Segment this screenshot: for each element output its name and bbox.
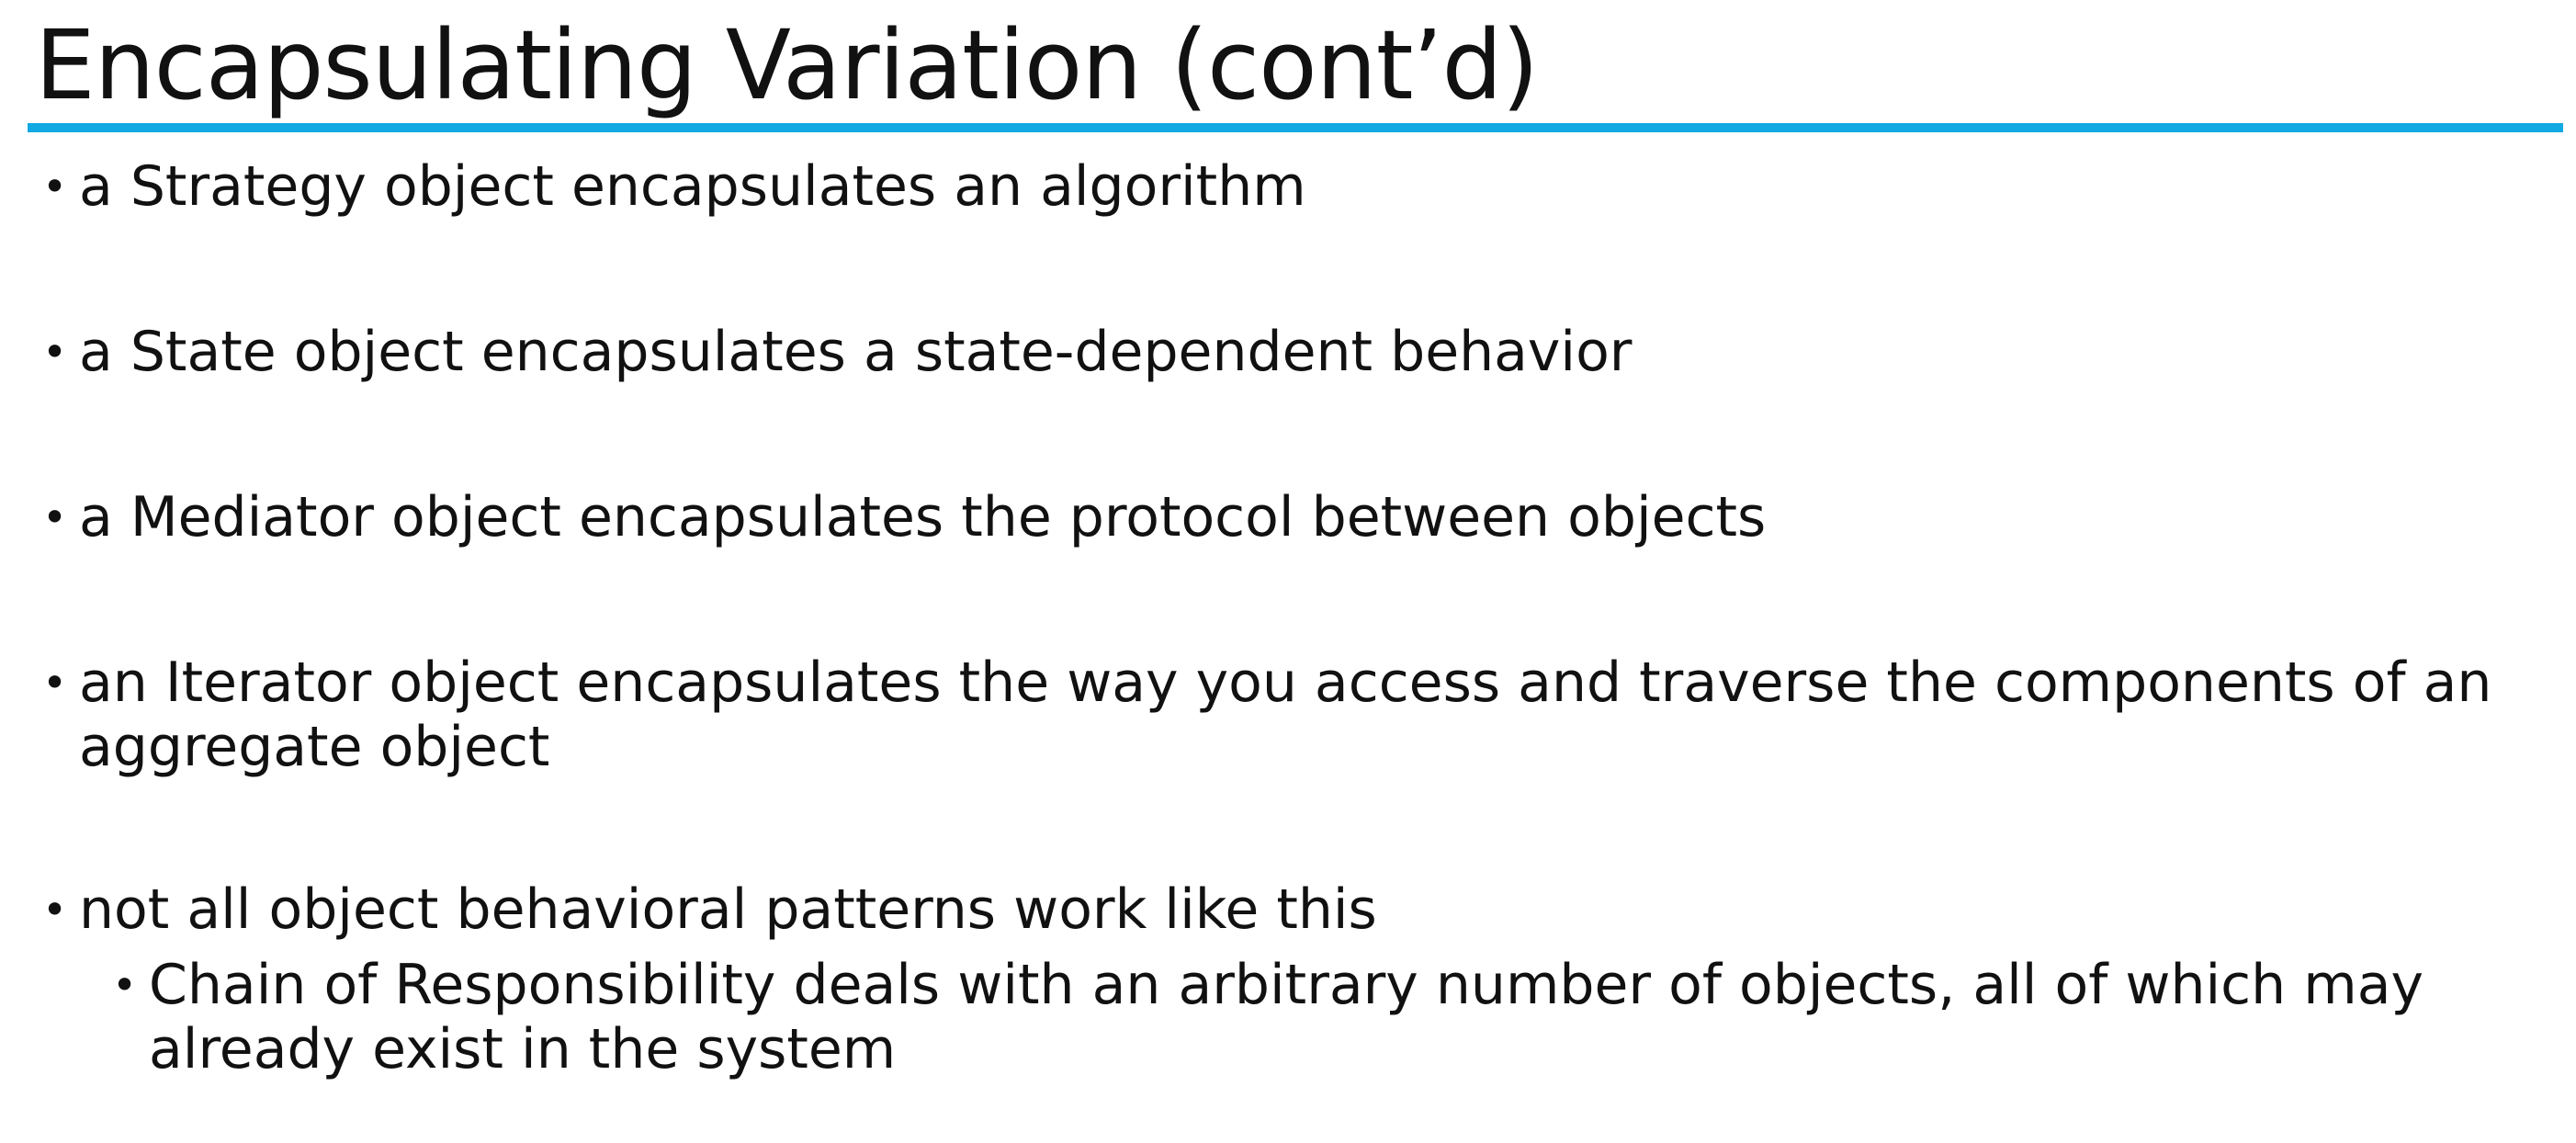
bullet-text: a State object encapsulates a state-depe… <box>79 320 1633 384</box>
bullet-text: not all object behavioral patterns work … <box>79 877 1377 942</box>
bullet-text: a Strategy object encapsulates an algori… <box>79 154 1306 219</box>
sub-bullet-text: Chain of Responsibility deals with an ar… <box>149 953 2423 1081</box>
bullet-marker: • <box>42 327 68 377</box>
sub-bullet-item-chain: • Chain of Responsibility deals with an … <box>112 953 2464 1081</box>
slide-title: Encapsulating Variation (cont’d) <box>35 9 1539 121</box>
bullet-text: a Mediator object encapsulates the proto… <box>79 485 1767 549</box>
slide: Encapsulating Variation (cont’d) • a Str… <box>0 0 2576 1143</box>
bullet-item-mediator: • a Mediator object encapsulates the pro… <box>42 485 2523 549</box>
bullet-marker: • <box>42 658 68 707</box>
bullet-marker: • <box>42 885 68 934</box>
sub-bullet-marker: • <box>112 960 138 1010</box>
bullet-item-not-all: • not all object behavioral patterns wor… <box>42 877 2523 942</box>
bullet-item-strategy: • a Strategy object encapsulates an algo… <box>42 154 2523 219</box>
bullet-item-iterator: • an Iterator object encapsulates the wa… <box>42 651 2523 779</box>
title-underline <box>28 123 2563 132</box>
bullet-text: an Iterator object encapsulates the way … <box>79 651 2492 779</box>
bullet-marker: • <box>42 492 68 542</box>
bullet-item-state: • a State object encapsulates a state-de… <box>42 320 2523 384</box>
bullet-marker: • <box>42 162 68 211</box>
